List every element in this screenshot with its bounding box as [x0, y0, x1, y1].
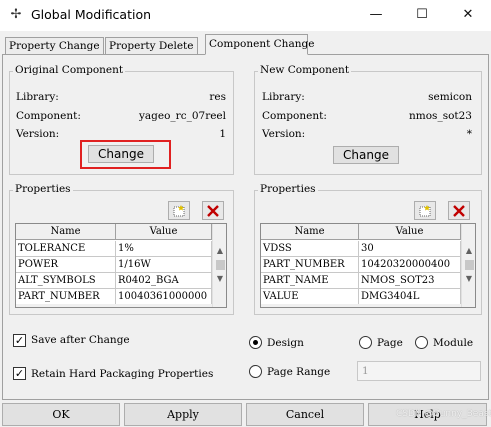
maximize-button[interactable]: ☐: [399, 0, 445, 31]
scroll-down-icon[interactable]: ▼: [462, 274, 475, 283]
table-row[interactable]: PART_NUMBER 10420320000400: [261, 257, 461, 273]
new-version-label: Version:: [262, 128, 306, 140]
horizontal-scrollbar[interactable]: [16, 304, 212, 307]
tab-component-change[interactable]: Component Change: [205, 34, 314, 55]
close-button[interactable]: ✕: [445, 0, 491, 31]
property-name: TOLERANCE: [16, 241, 116, 257]
column-header-value[interactable]: Value: [116, 224, 212, 240]
property-name: PART_NAME: [261, 273, 359, 289]
highlight-box: [80, 140, 171, 169]
tab-property-delete[interactable]: Property Delete: [105, 37, 198, 54]
library-label: Library:: [16, 91, 59, 103]
original-component-title: Original Component: [13, 64, 126, 76]
property-name: PART_NUMBER: [261, 257, 359, 273]
property-value: 30: [359, 241, 461, 257]
property-name: POWER: [16, 257, 116, 273]
column-header-name[interactable]: Name: [261, 224, 359, 240]
radio-selected-dot: [253, 340, 258, 345]
vertical-scrollbar[interactable]: ▲ ▼: [212, 224, 226, 307]
properties-right-table[interactable]: Name Value VDSS 30 PART_NUMBER 104203200…: [260, 223, 476, 308]
delete-icon: [207, 205, 219, 217]
new-change-button[interactable]: Change: [333, 146, 399, 164]
table-row[interactable]: ALT_SYMBOLS R0402_BGA: [16, 273, 212, 289]
table-row[interactable]: POWER 1/16W: [16, 257, 212, 273]
retain-packaging-label[interactable]: Retain Hard Packaging Properties: [31, 368, 213, 380]
property-value: R0402_BGA: [116, 273, 212, 289]
minimize-button[interactable]: —: [353, 0, 399, 31]
property-value: 1/16W: [116, 257, 212, 273]
page-label[interactable]: Page: [377, 337, 403, 349]
component-value: yageo_rc_07reel: [138, 110, 226, 122]
scroll-thumb[interactable]: [465, 260, 474, 270]
delete-property-button-right[interactable]: [448, 201, 470, 220]
window-title: Global Modification: [31, 7, 152, 22]
property-value: NMOS_SOT23: [359, 273, 461, 289]
horizontal-scrollbar[interactable]: [261, 304, 461, 307]
tab-property-change[interactable]: Property Change: [5, 37, 104, 54]
retain-packaging-checkbox[interactable]: ✓: [13, 367, 26, 380]
new-library-label: Library:: [262, 91, 305, 103]
library-value: res: [209, 91, 226, 103]
scroll-thumb[interactable]: [216, 260, 225, 270]
module-radio[interactable]: [415, 336, 428, 349]
table-row[interactable]: VALUE DMG3404L: [261, 289, 461, 305]
page-radio[interactable]: [359, 336, 372, 349]
save-after-change-label[interactable]: Save after Change: [31, 334, 130, 346]
property-name: ALT_SYMBOLS: [16, 273, 116, 289]
table-row[interactable]: PART_NUMBER 10040361000000: [16, 289, 212, 305]
property-value: 10420320000400: [359, 257, 461, 273]
property-value: DMG3404L: [359, 289, 461, 305]
table-header: Name Value: [261, 224, 461, 240]
scroll-down-icon[interactable]: ▼: [213, 274, 226, 283]
new-item-icon: [419, 205, 431, 217]
column-header-name[interactable]: Name: [16, 224, 116, 240]
new-component-label: Component:: [262, 110, 327, 122]
design-radio[interactable]: [249, 336, 262, 349]
new-version-value: *: [466, 128, 472, 140]
new-component-value: nmos_sot23: [409, 110, 472, 122]
add-property-button-right[interactable]: [414, 201, 436, 220]
page-range-radio[interactable]: [249, 365, 262, 378]
module-label[interactable]: Module: [433, 337, 473, 349]
properties-right-title: Properties: [258, 183, 318, 195]
property-name: VALUE: [261, 289, 359, 305]
version-value: 1: [219, 128, 226, 140]
table-row[interactable]: TOLERANCE 1%: [16, 241, 212, 257]
page-range-input[interactable]: 1: [357, 361, 481, 381]
delete-icon: [453, 205, 465, 217]
property-value: 10040361000000: [116, 289, 212, 305]
scroll-up-icon[interactable]: ▲: [462, 246, 475, 255]
scroll-up-icon[interactable]: ▲: [213, 246, 226, 255]
page-range-label[interactable]: Page Range: [267, 366, 330, 378]
vertical-scrollbar[interactable]: ▲ ▼: [461, 224, 475, 307]
design-label[interactable]: Design: [267, 337, 304, 349]
ok-button[interactable]: OK: [2, 403, 120, 426]
property-name: VDSS: [261, 241, 359, 257]
column-header-value[interactable]: Value: [359, 224, 461, 240]
delete-property-button-left[interactable]: [202, 201, 224, 220]
table-row[interactable]: PART_NAME NMOS_SOT23: [261, 273, 461, 289]
cancel-button[interactable]: Cancel: [246, 403, 364, 426]
properties-left-table[interactable]: Name Value TOLERANCE 1% POWER 1/16W ALT_…: [15, 223, 227, 308]
properties-left-title: Properties: [13, 183, 73, 195]
property-name: PART_NUMBER: [16, 289, 116, 305]
save-after-change-checkbox[interactable]: ✓: [13, 334, 26, 347]
add-property-button-left[interactable]: [168, 201, 190, 220]
table-row[interactable]: VDSS 30: [261, 241, 461, 257]
new-library-value: semicon: [428, 91, 472, 103]
watermark: CSDN @Bunny_Beast: [396, 409, 491, 419]
version-label: Version:: [16, 128, 60, 140]
new-item-icon: [173, 205, 185, 217]
pin-icon: ✢: [10, 7, 22, 22]
new-component-title: New Component: [258, 64, 352, 76]
apply-button[interactable]: Apply: [124, 403, 242, 426]
component-label: Component:: [16, 110, 81, 122]
property-value: 1%: [116, 241, 212, 257]
table-header: Name Value: [16, 224, 212, 240]
